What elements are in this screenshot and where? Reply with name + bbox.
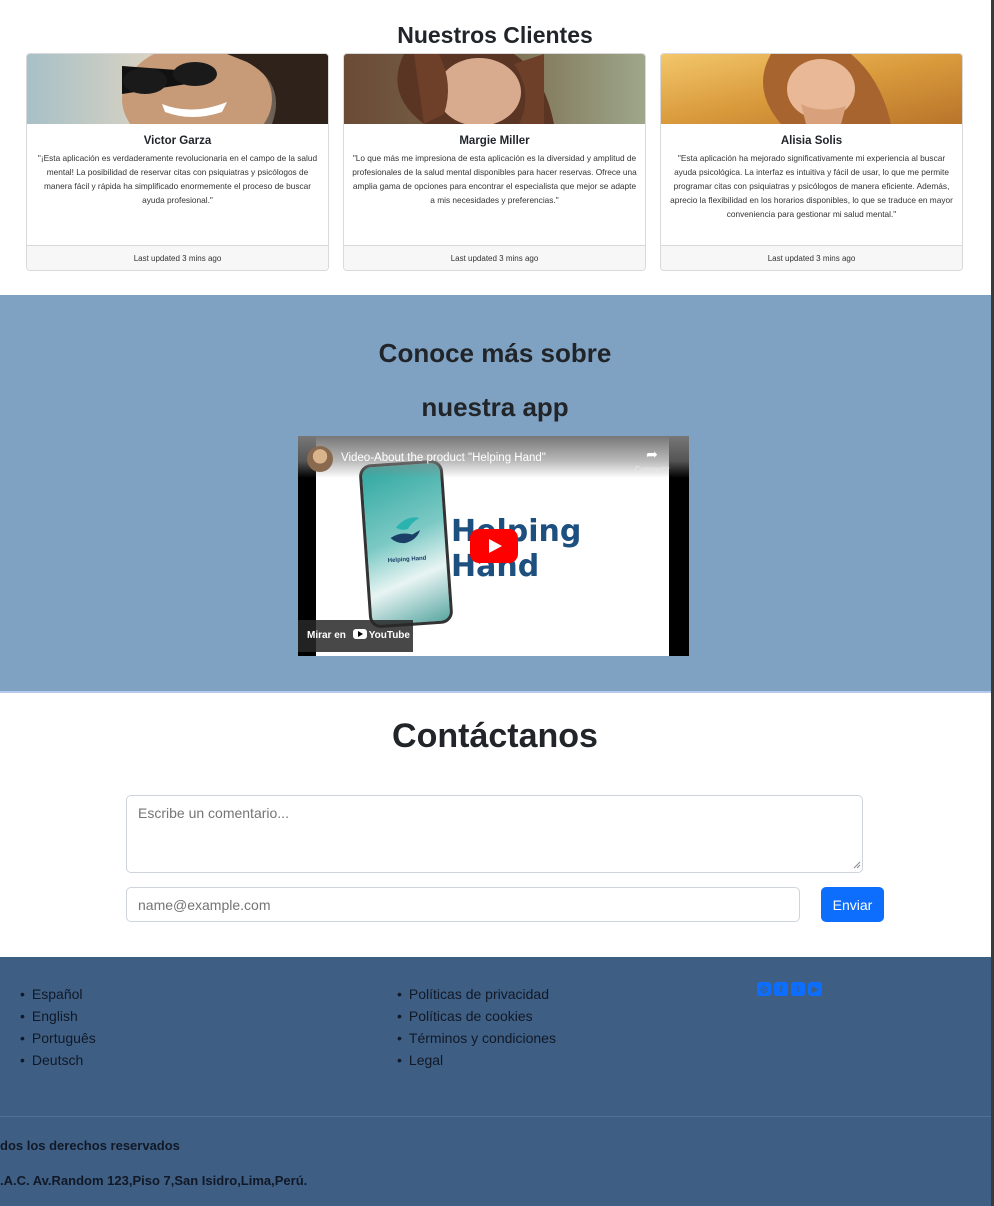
youtube-label: YouTube [368,630,410,641]
channel-avatar[interactable] [307,446,333,472]
phone-label: Helping Hand [387,555,427,565]
client-card-alisia: Alisia Solis "Esta aplicación ha mejorad… [660,53,963,271]
clients-title: Nuestros Clientes [397,22,593,48]
legal-link[interactable]: Legal [397,1049,556,1071]
watch-on-youtube-button[interactable]: Mirar en YouTube [298,620,413,652]
client-name: Victor Garza [143,135,212,147]
copyright-text: dos los derechos reservados [0,1138,180,1153]
client-testimonial: "¡Esta aplicación es verdaderamente revo… [37,153,318,205]
video-header: Video-About the product "Helping Hand" ➦… [298,436,689,478]
youtube-logo: YouTube [352,620,410,652]
client-photo [661,54,962,124]
phone-illustration: Helping Hand [358,459,454,629]
card-footer: Last updated 3 mins ago [661,245,962,270]
app-section: Conoce más sobre nuestra app Helping Han… [0,295,991,693]
contact-section: Contáctanos Enviar [0,695,991,957]
instagram-icon[interactable]: ◎ [757,982,771,996]
share-label: Compartir [634,465,670,474]
email-input[interactable] [126,887,800,922]
youtube-icon [352,629,367,639]
page: Nuestros Clientes Victor Garza "¡Esta ap… [0,0,994,1206]
comment-textarea[interactable] [126,795,863,873]
client-card-victor: Victor Garza "¡Esta aplicación es verdad… [26,53,329,271]
send-button[interactable]: Enviar [821,887,884,922]
terms-link[interactable]: Términos y condiciones [397,1027,556,1049]
helping-hand-logo-icon [390,517,421,544]
card-footer: Last updated 3 mins ago [27,245,328,270]
twitter-icon[interactable]: t [791,982,805,996]
share-icon: ➦ [646,446,658,462]
client-name: Margie Miller [459,135,530,147]
video-title[interactable]: Video-About the product "Helping Hand" [341,452,546,464]
video-player[interactable]: Helping Hand Helping Hand Video-About th… [298,436,689,656]
play-button[interactable] [470,529,518,563]
language-list: Español English Português Deutsch [20,983,96,1071]
app-title-line2: nuestra app [421,392,569,422]
client-card-margie: Margie Miller "Lo que más me impresiona … [343,53,646,271]
language-link-de[interactable]: Deutsch [20,1049,96,1071]
policy-list: Políticas de privacidad Políticas de coo… [397,983,556,1071]
footer: Español English Português Deutsch Políti… [0,957,991,1206]
resize-handle-icon[interactable] [853,861,861,869]
address-text: .A.C. Av.Random 123,Piso 7,San Isidro,Li… [0,1173,308,1188]
card-footer: Last updated 3 mins ago [344,245,645,270]
cookie-policy-link[interactable]: Políticas de cookies [397,1005,556,1027]
client-testimonial: "Esta aplicación ha mejorado significati… [670,153,953,219]
client-name: Alisia Solis [780,135,843,147]
privacy-policy-link[interactable]: Políticas de privacidad [397,983,556,1005]
client-photo [344,54,645,124]
contact-title: Contáctanos [392,717,598,755]
clients-section: Nuestros Clientes Victor Garza "¡Esta ap… [0,0,991,295]
app-title-line1: Conoce más sobre [378,338,612,368]
language-link-es[interactable]: Español [20,983,96,1005]
social-links: ◎ f t ▶ [757,982,822,996]
language-link-en[interactable]: English [20,1005,96,1027]
language-link-pt[interactable]: Português [20,1027,96,1049]
youtube-icon[interactable]: ▶ [808,982,822,996]
share-button[interactable]: ➦ Compartir [630,446,674,474]
client-photo [27,54,328,124]
facebook-icon[interactable]: f [774,982,788,996]
client-testimonial: "Lo que más me impresiona de esta aplica… [352,153,637,205]
watch-on-label: Mirar en [307,630,346,641]
footer-divider [0,1116,991,1117]
